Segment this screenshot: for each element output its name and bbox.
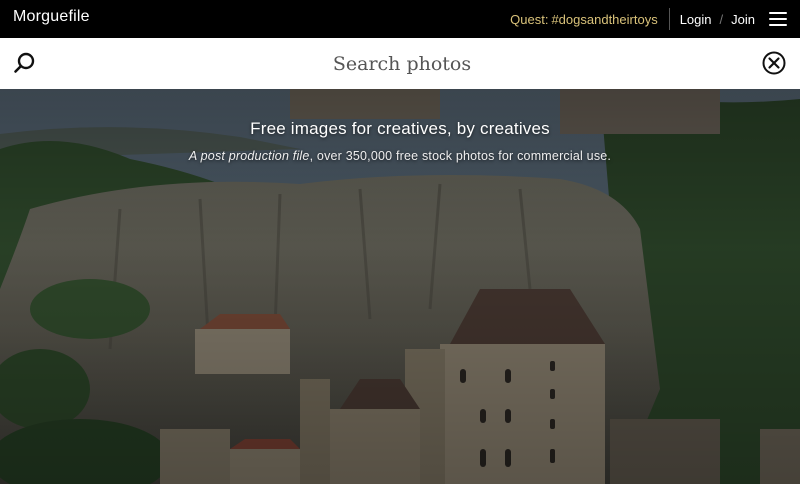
join-link[interactable]: Join (731, 12, 755, 27)
top-navigation-bar: Morguefile Quest: #dogsandtheirtoys Logi… (0, 0, 800, 38)
search-bar (0, 38, 800, 90)
hero-subtitle-text: , over 350,000 free stock photos for com… (309, 149, 612, 163)
search-icon[interactable] (12, 50, 38, 76)
login-join-separator: / (719, 11, 724, 27)
quest-tag-link[interactable]: #dogsandtheirtoys (551, 12, 657, 27)
hamburger-menu-icon[interactable] (769, 12, 787, 26)
hero-banner: Free images for creatives, by creatives … (0, 89, 800, 484)
divider (668, 8, 670, 30)
hero-subtitle-emphasis: A post production file (188, 149, 310, 163)
close-circle-icon[interactable] (762, 51, 786, 75)
login-link[interactable]: Login (680, 12, 712, 27)
site-logo[interactable]: Morguefile (13, 8, 90, 26)
hero-subtitle: A post production file, over 350,000 fre… (0, 149, 800, 163)
hero-title: Free images for creatives, by creatives (250, 119, 550, 138)
search-input[interactable] (60, 48, 744, 80)
top-right-links: Quest: #dogsandtheirtoys Login / Join (510, 0, 787, 38)
quest-label: Quest: (510, 11, 549, 27)
